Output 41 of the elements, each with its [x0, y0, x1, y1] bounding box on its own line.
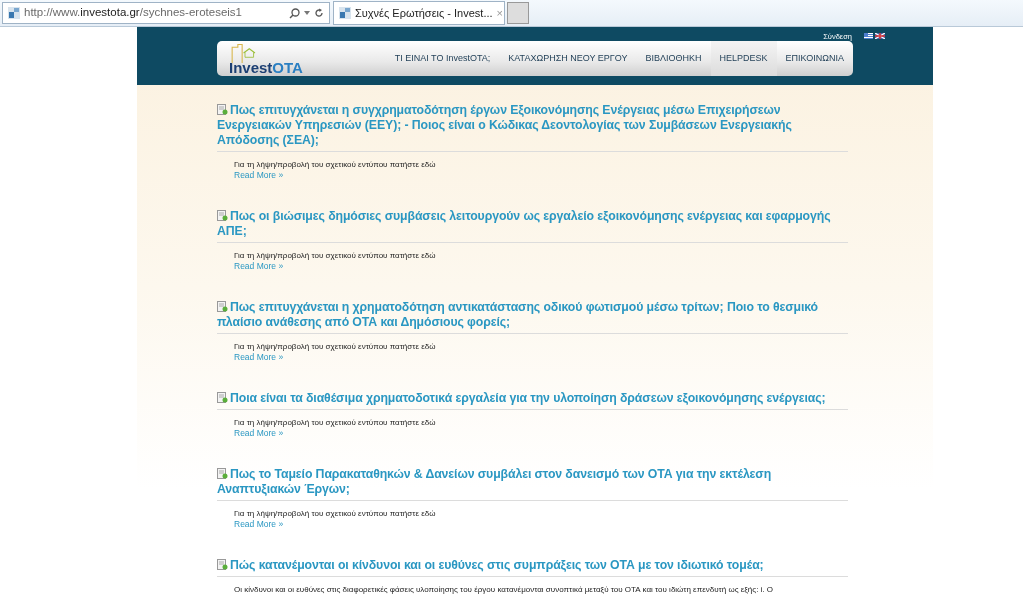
- article-text: Για τη λήψη/προβολή του σχετικού εντύπου πατήστε εδώ: [234, 417, 437, 428]
- article-title-link[interactable]: Πως οι βιώσιμες δημόσιες συμβάσεις λειτουργούν ως εργαλείο εξοικονόμησης ενέργειας και εφαρμογής ΑΠΕ;: [217, 209, 848, 243]
- article-title-link[interactable]: Ποια είναι τα διαθέσιμα χρηματοδοτικά εργαλεία για την υλοποίηση δράσεων εξοικονόμησης ενέργειας;: [217, 391, 848, 410]
- document-icon: [217, 301, 228, 312]
- article-title-link[interactable]: Πως το Ταμείο Παρακαταθηκών & Δανείων συμβάλει στον δανεισμό των ΟΤΑ για την εκτέλεση Αναπτυξιακών Έργων;: [217, 467, 848, 501]
- read-more-link[interactable]: Read More »: [234, 170, 284, 181]
- document-icon: [217, 210, 228, 221]
- document-icon: [217, 559, 228, 570]
- nav-link[interactable]: ΚΑΤΑΧΩΡΗΣΗ ΝΕΟΥ ΕΡΓΟΥ: [499, 41, 637, 76]
- browser-tab[interactable]: Συχνές Ερωτήσεις - Invest... ×: [333, 1, 505, 25]
- document-icon: [217, 104, 228, 115]
- nav-link[interactable]: HELPDESK: [710, 41, 777, 76]
- search-icon[interactable]: [289, 7, 300, 19]
- page-icon: [8, 7, 20, 19]
- article-title-link[interactable]: Πως επιτυγχάνεται η συγχρηματοδότηση έργων Εξοικονόμησης Ενέργειας μέσω Επιχειρήσεων Ενεργειακών Υπηρεσιών (ΕΕΥ); - Ποιος είναι ο Κώδικας Δεοντολογίας των Συμβάσεων Ενεργειακής Απόδοσης (ΣΕΑ);: [217, 103, 848, 152]
- address-bar[interactable]: http://www.investota.gr/sychnes-eroteseis1: [2, 2, 330, 24]
- document-icon: [217, 392, 228, 403]
- read-more-link[interactable]: Read More »: [234, 352, 284, 363]
- article-title-link[interactable]: Πως επιτυγχάνεται η χρηματοδότηση αντικατάστασης οδικού φωτισμού μέσω τρίτων; Ποιο το θεσμικό πλαίσιο ανάθεσης από ΟΤΑ και Δημόσιους φορείς;: [217, 300, 848, 334]
- read-more-link[interactable]: Read More »: [234, 519, 284, 530]
- page-icon: [339, 7, 351, 19]
- article-text: Για τη λήψη/προβολή του σχετικού εντύπου πατήστε εδώ: [234, 341, 437, 352]
- nav-link[interactable]: ΕΠΙΚΟΙΝΩΝΙΑ: [776, 41, 853, 76]
- article-text: Οι κίνδυνοι και οι ευθύνες στις διαφορετικές φάσεις υλοποίησης του έργου κατανέμονται συνοπτικά μεταξύ του ΟΤΑ και του ιδιώτη επενδυτή ως εξής: i. Ο: [234, 584, 775, 595]
- url-text: http://www.investota.gr/sychnes-eroteseis1: [24, 5, 243, 21]
- article-text: Για τη λήψη/προβολή του σχετικού εντύπου πατήστε εδώ: [234, 159, 437, 170]
- uk-flag-icon[interactable]: [875, 33, 885, 39]
- refresh-icon[interactable]: [314, 8, 324, 18]
- nav-link[interactable]: ΤΙ ΕΙΝΑΙ ΤΟ InvestOTA;: [385, 41, 500, 76]
- article-text: Για τη λήψη/προβολή του σχετικού εντύπου πατήστε εδώ: [234, 508, 437, 519]
- greek-flag-icon[interactable]: [864, 33, 873, 39]
- article-title-link[interactable]: Πώς κατανέμονται οι κίνδυνοι και οι ευθύνες στις συμπράξεις των ΟΤΑ με τον ιδιωτικό τομέα;: [217, 558, 848, 577]
- tab-title: Συχνές Ερωτήσεις - Invest...: [355, 5, 493, 21]
- article-text: Για τη λήψη/προβολή του σχετικού εντύπου πατήστε εδώ: [234, 250, 437, 261]
- nav-link[interactable]: ΒΙΒΛΙΟΘΗΚΗ: [636, 41, 711, 76]
- dropdown-caret-icon[interactable]: [304, 11, 310, 15]
- read-more-link[interactable]: Read More »: [234, 261, 284, 272]
- site-logo[interactable]: InvestOTA: [217, 42, 367, 75]
- read-more-link[interactable]: Read More »: [234, 428, 284, 439]
- document-icon: [217, 468, 228, 479]
- tab-close-button[interactable]: ×: [496, 4, 503, 22]
